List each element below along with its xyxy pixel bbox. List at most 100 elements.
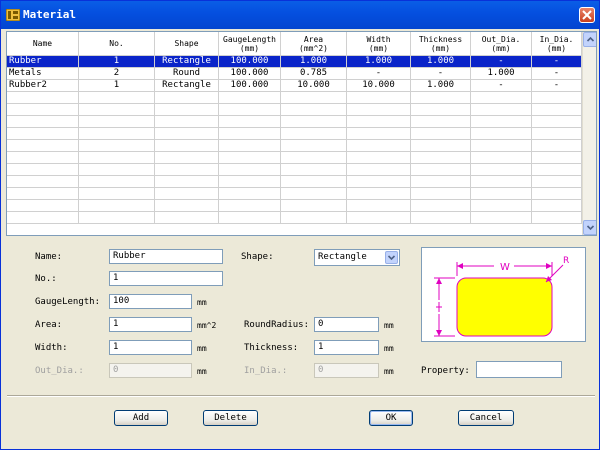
table-cell-out-dia	[471, 200, 532, 212]
shape-select[interactable]: Rectangle	[314, 249, 400, 266]
in-dia-unit: mm	[384, 367, 394, 376]
column-header-unit: (mm^2)	[299, 43, 328, 53]
shape-dropdown-button[interactable]	[385, 251, 398, 264]
column-header-no[interactable]: No.	[79, 32, 155, 56]
table-cell-out-dia	[471, 92, 532, 104]
gauge-length-input[interactable]: 100	[109, 294, 192, 309]
table-cell-gauge-length	[219, 116, 281, 128]
table-cell-name	[7, 212, 79, 224]
add-button[interactable]: Add	[114, 410, 168, 426]
column-header-shape[interactable]: Shape	[155, 32, 219, 56]
column-header-label: Area	[303, 34, 324, 44]
material-table[interactable]: Name No. Shape GaugeLength (mm) Area (mm^2) Wid…	[6, 31, 597, 236]
column-header-area[interactable]: Area (mm^2)	[281, 32, 347, 56]
area-input[interactable]: 1	[109, 317, 192, 332]
thickness-input[interactable]: 1	[314, 340, 379, 355]
column-header-gauge-length[interactable]: GaugeLength (mm)	[219, 32, 281, 56]
table-row[interactable]: Metals 2 Round 100.000 0.785- -1.000-	[7, 68, 582, 80]
table-cell-thickness	[411, 104, 471, 116]
table-cell-gauge-length	[219, 200, 281, 212]
cancel-button[interactable]: Cancel	[458, 410, 514, 426]
table-cell-shape	[155, 212, 219, 224]
table-cell-no	[79, 212, 155, 224]
table-cell-width	[347, 188, 411, 200]
table-cell-shape	[155, 176, 219, 188]
table-cell-shape: Rectangle	[155, 56, 219, 68]
no-label: No.:	[35, 274, 57, 284]
scroll-up-button[interactable]	[583, 32, 596, 47]
table-cell-shape	[155, 128, 219, 140]
column-header-unit: (mm)	[368, 43, 389, 53]
table-cell-thickness	[411, 128, 471, 140]
table-cell-thickness	[411, 176, 471, 188]
thickness-label: Thickness:	[244, 343, 299, 353]
empty-table-row	[7, 188, 582, 200]
table-cell-out-dia	[471, 128, 532, 140]
app-icon	[6, 9, 20, 21]
table-cell-no	[79, 104, 155, 116]
table-cell-thickness: -	[411, 68, 471, 80]
table-cell-thickness	[411, 212, 471, 224]
table-cell-out-dia	[471, 116, 532, 128]
scroll-down-button[interactable]	[583, 220, 596, 235]
table-cell-area	[281, 152, 347, 164]
vertical-scrollbar[interactable]	[582, 32, 596, 235]
gauge-length-unit: mm	[197, 298, 207, 307]
table-cell-thickness	[411, 152, 471, 164]
close-button[interactable]	[579, 7, 595, 23]
table-cell-shape	[155, 104, 219, 116]
table-cell-out-dia	[471, 188, 532, 200]
table-cell-name: Rubber2	[7, 80, 79, 92]
column-header-name[interactable]: Name	[7, 32, 79, 56]
table-cell-thickness	[411, 188, 471, 200]
width-input[interactable]: 1	[109, 340, 192, 355]
column-header-unit: (mm)	[546, 43, 567, 53]
column-header-out-dia[interactable]: Out_Dia. (mm)	[471, 32, 532, 56]
table-cell-area: 0.785	[281, 68, 347, 80]
width-label: Width:	[35, 343, 68, 353]
table-cell-name: Metals	[7, 68, 79, 80]
divider	[7, 395, 595, 397]
empty-table-row	[7, 212, 582, 224]
out-dia-input: 0	[109, 363, 192, 378]
table-cell-shape	[155, 188, 219, 200]
column-header-label: Out_Dia.	[481, 34, 521, 44]
table-cell-no	[79, 176, 155, 188]
table-cell-no	[79, 152, 155, 164]
no-input[interactable]: 1	[109, 271, 223, 286]
table-cell-area	[281, 188, 347, 200]
area-label: Area:	[35, 320, 63, 330]
delete-button[interactable]: Delete	[203, 410, 258, 426]
table-cell-area	[281, 164, 347, 176]
table-row[interactable]: Rubber2 1 Rectangle 100.000 10.000 10.000 1.00…	[7, 80, 582, 92]
column-header-width[interactable]: Width (mm)	[347, 32, 411, 56]
table-cell-in-dia	[532, 164, 582, 176]
shape-preview: W R	[421, 247, 586, 342]
table-row[interactable]: Rubber 1 Rectangle 100.000 1.000 1.000 1.000- -	[7, 56, 582, 68]
column-header-label: Width	[366, 34, 391, 44]
table-cell-name	[7, 140, 79, 152]
column-header-unit: (mm)	[430, 43, 451, 53]
table-cell-area: 10.000	[281, 80, 347, 92]
table-cell-in-dia	[532, 104, 582, 116]
round-radius-input[interactable]: 0	[314, 317, 379, 332]
table-cell-area: 1.000	[281, 56, 347, 68]
table-cell-width	[347, 212, 411, 224]
table-cell-width	[347, 92, 411, 104]
area-unit: mm^2	[197, 321, 217, 330]
empty-table-row	[7, 104, 582, 116]
table-cell-shape	[155, 140, 219, 152]
table-cell-gauge-length	[219, 212, 281, 224]
table-cell-no	[79, 92, 155, 104]
table-cell-gauge-length	[219, 152, 281, 164]
ok-button[interactable]: OK	[369, 410, 413, 426]
table-cell-no: 1	[79, 80, 155, 92]
name-input[interactable]: Rubber	[109, 249, 223, 264]
table-cell-gauge-length	[219, 140, 281, 152]
table-cell-name	[7, 104, 79, 116]
empty-table-row	[7, 152, 582, 164]
column-header-thickness[interactable]: Thickness (mm)	[411, 32, 471, 56]
title-bar[interactable]: Material	[1, 1, 599, 29]
column-header-in-dia[interactable]: In_Dia. (mm)	[532, 32, 582, 56]
property-input[interactable]	[476, 361, 562, 378]
